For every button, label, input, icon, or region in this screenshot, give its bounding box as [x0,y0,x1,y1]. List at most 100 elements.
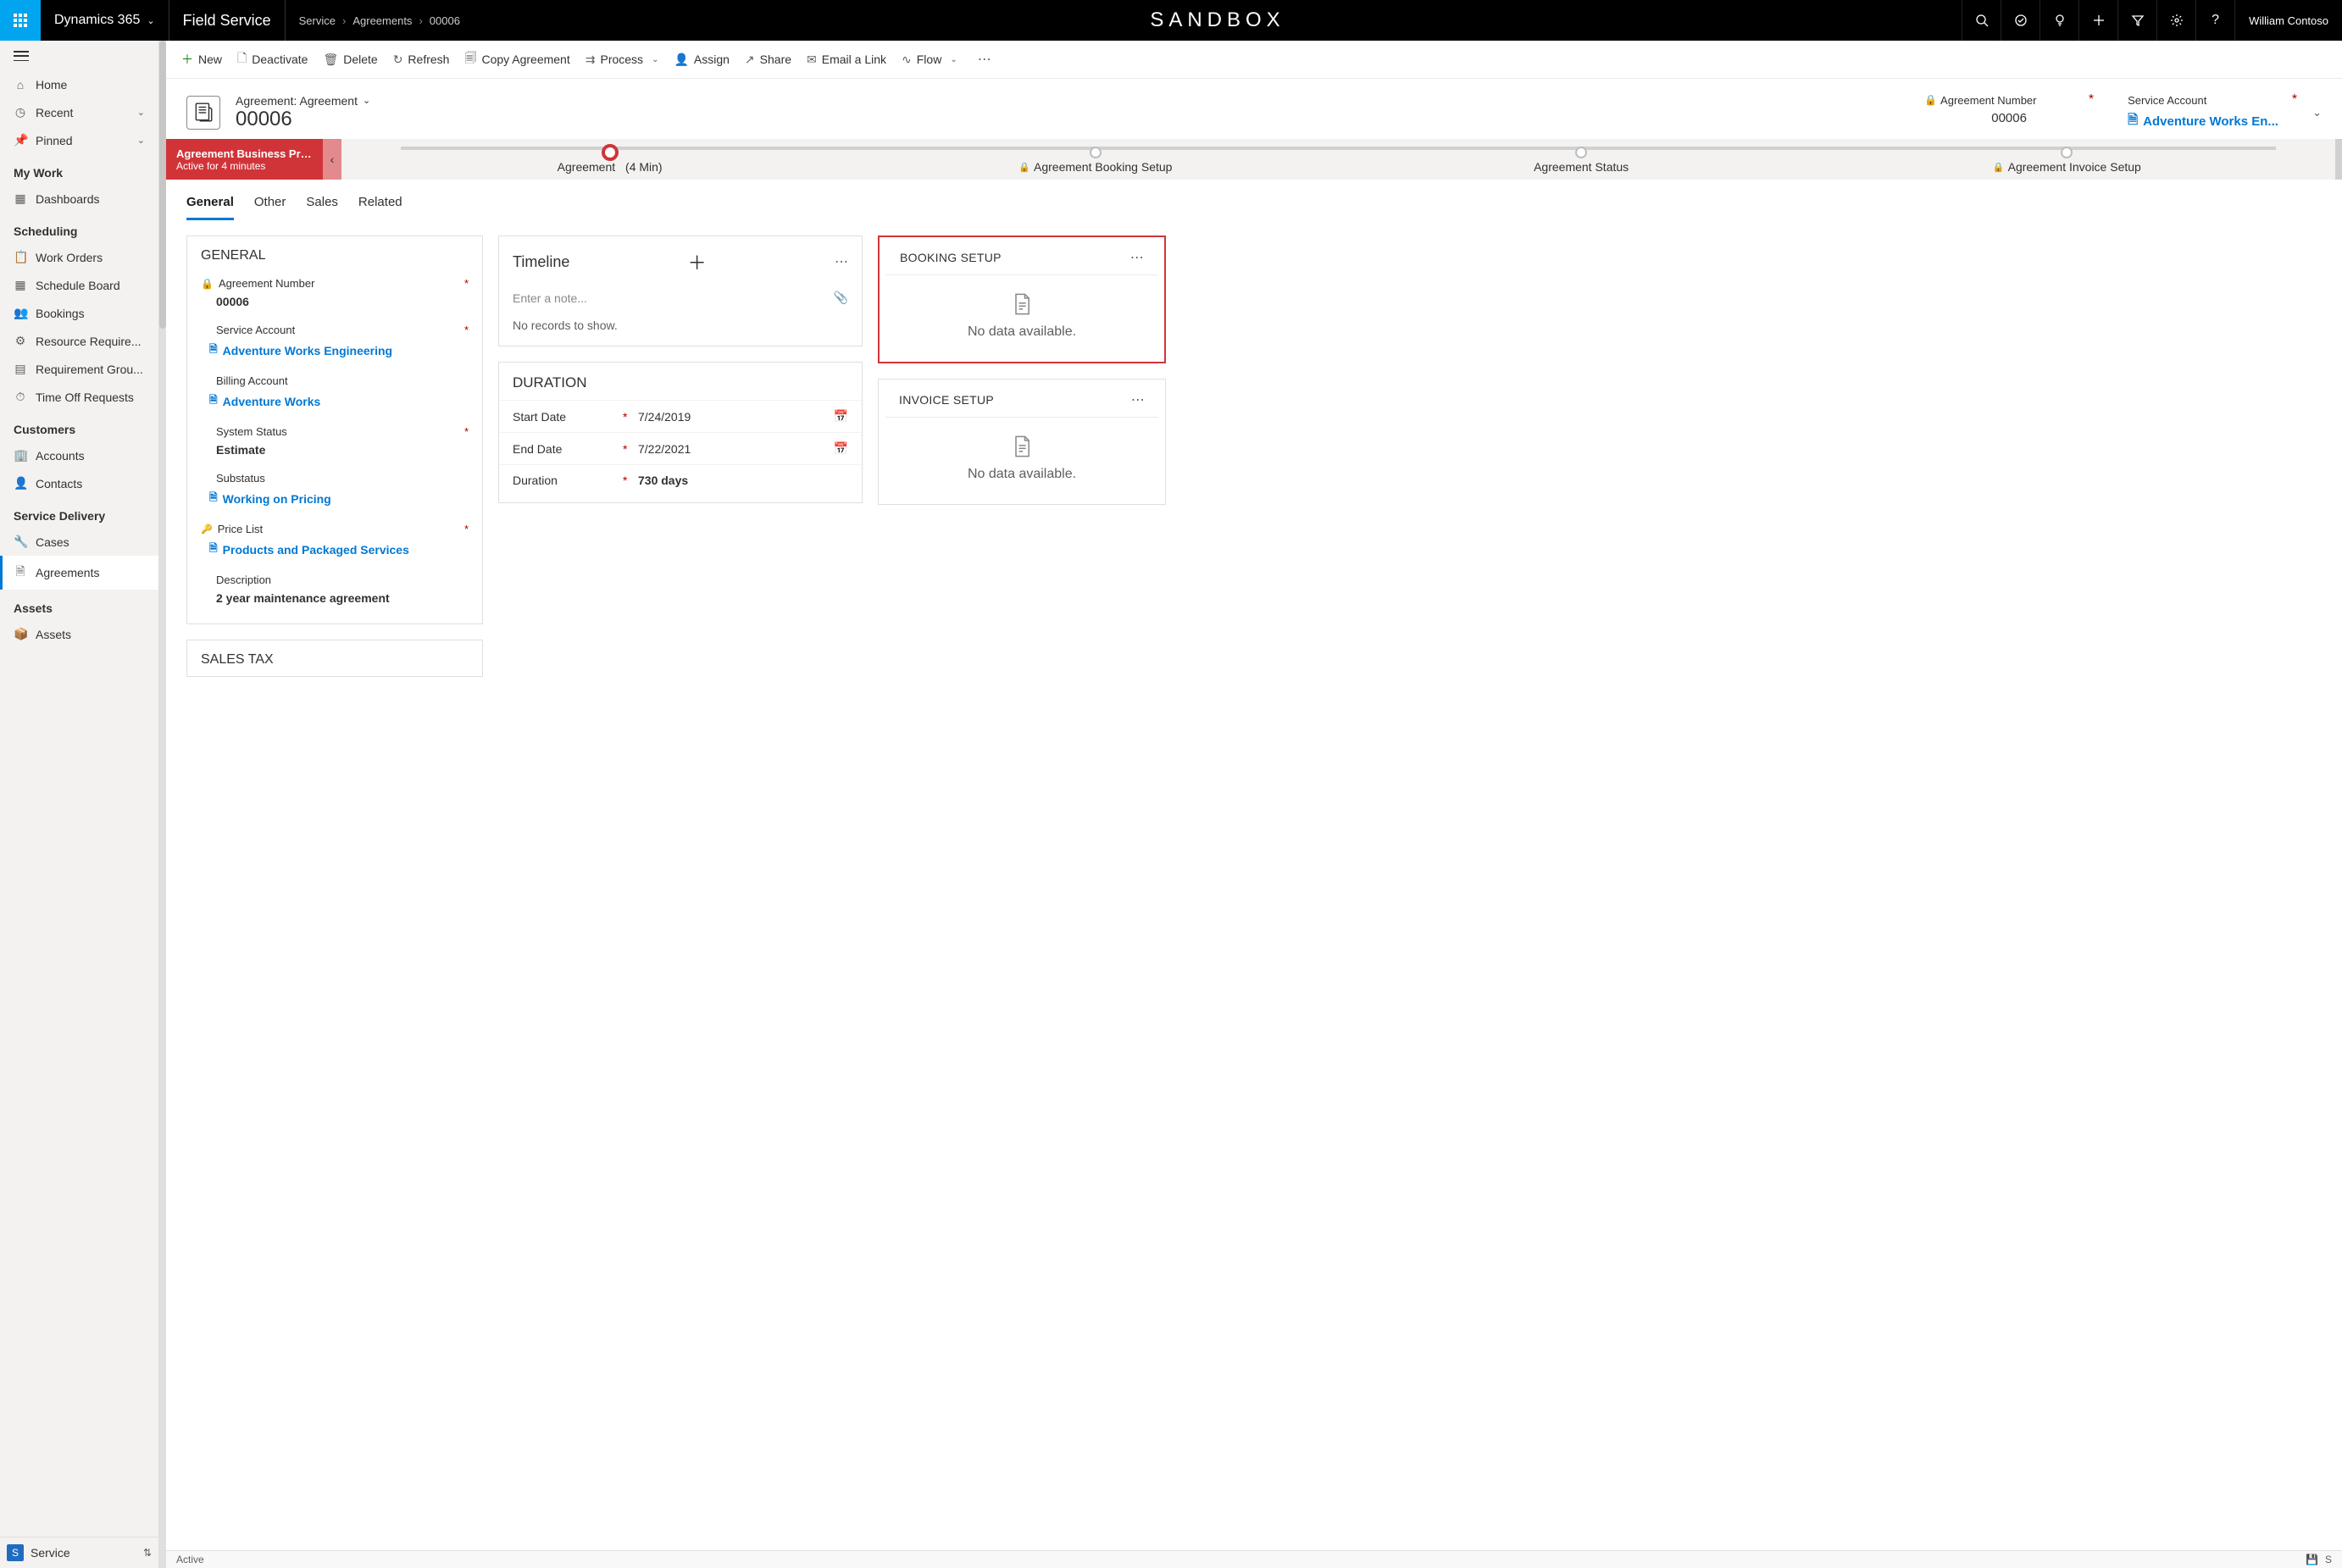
cmd-refresh[interactable]: ↻Refresh [393,53,450,67]
cmd-new[interactable]: ＋New [181,51,222,68]
calendar-icon[interactable]: 📅 [834,441,848,456]
field-price-list[interactable]: 🔑Price List* 🗎Products and Packaged Serv… [187,518,482,568]
record-title: 00006 [236,108,370,131]
field-start-date[interactable]: Start Date* 7/24/2019 📅 [499,400,862,432]
cmd-assign[interactable]: 👤Assign [674,53,729,67]
form-selector[interactable]: Agreement: Agreement ⌄ [236,94,370,108]
card-more[interactable]: ⋯ [1130,249,1144,266]
settings-icon[interactable] [2156,0,2195,41]
area-selector[interactable]: S Service ⇅ [0,1537,158,1568]
stage-status[interactable]: Agreement Status [1339,145,1824,174]
field-description[interactable]: Description 2 year maintenance agreement [187,568,482,615]
sidebar-item-agreements[interactable]: 🗎 Agreements [0,556,158,590]
sidebar-label: Work Orders [36,251,103,264]
timeline-card: Timeline ＋ ⋯ Enter a note... 📎 No record… [498,235,863,346]
app-launcher[interactable] [0,0,41,41]
cmd-copy[interactable]: 🗐Copy Agreement [464,49,569,69]
card-title: SALES TAX [187,640,482,676]
sidebar-item-recent[interactable]: ◷ Recent ⌄ [0,98,158,126]
sidebar-item-time-off[interactable]: ⏱ Time Off Requests [0,383,158,411]
sidebar-item-pinned[interactable]: 📌 Pinned ⌄ [0,126,158,154]
sidebar-item-assets[interactable]: 📦 Assets [0,620,158,648]
cmd-overflow[interactable]: ⋯ [978,51,991,68]
sidebar-item-bookings[interactable]: 👥 Bookings [0,299,158,327]
filter-icon[interactable] [2117,0,2156,41]
field-service-account[interactable]: Service Account* 🗎Adventure Works Engine… [187,319,482,369]
sidebar-item-home[interactable]: ⌂ Home [0,71,158,98]
sidebar-item-requirement-groups[interactable]: ▤ Requirement Grou... [0,355,158,383]
stage-invoice-setup[interactable]: 🔒Agreement Invoice Setup [1824,145,2310,174]
sidebar-item-dashboards[interactable]: ▦ Dashboards [0,185,158,213]
group-service-delivery: Service Delivery [0,497,158,528]
sidebar-label: Contacts [36,477,82,490]
field-system-status[interactable]: System Status* Estimate [187,420,482,467]
sidebar-item-resource-requirements[interactable]: ⚙ Resource Require... [0,327,158,355]
task-icon[interactable] [2001,0,2040,41]
booking-setup-card: BOOKING SETUP ⋯ No data available. [878,235,1166,363]
sidebar-item-schedule-board[interactable]: ▦ Schedule Board [0,271,158,299]
group-my-work: My Work [0,154,158,185]
field-agreement-number[interactable]: 🔒Agreement Number* 00006 [187,272,482,319]
cmd-email[interactable]: ✉Email a Link [807,53,886,67]
sidebar-item-cases[interactable]: 🔧 Cases [0,528,158,556]
process-back[interactable]: ‹ [323,139,341,180]
field-substatus[interactable]: Substatus 🗎Working on Pricing [187,467,482,518]
process-forward[interactable] [2335,139,2342,180]
status-text: Active [176,1554,204,1565]
process-name[interactable]: Agreement Business Pro... Active for 4 m… [166,139,323,180]
stage-booking-setup[interactable]: 🔒Agreement Booking Setup [852,145,1338,174]
chevron-right-icon: › [342,14,346,27]
tab-other[interactable]: Other [254,190,286,220]
field-end-date[interactable]: End Date* 7/22/2021 📅 [499,432,862,464]
user-name[interactable]: William Contoso [2234,0,2342,41]
attach-icon[interactable]: 📎 [834,291,848,305]
calendar-icon[interactable]: 📅 [834,409,848,424]
cmd-share[interactable]: ↗Share [745,53,791,67]
plus-icon: ＋ [181,51,193,68]
lock-icon: 🔒 [1924,94,1937,106]
cube-icon: 📦 [14,627,27,641]
card-more[interactable]: ⋯ [1131,391,1145,408]
header-expand[interactable]: ⌄ [2312,106,2322,119]
header-link[interactable]: 🗎 Adventure Works En... [2128,111,2297,132]
brand-menu[interactable]: Dynamics 365 ⌄ [41,0,169,41]
field-billing-account[interactable]: Billing Account 🗎Adventure Works [187,369,482,420]
sidebar-item-accounts[interactable]: 🏢 Accounts [0,441,158,469]
crumb-service[interactable]: Service [299,14,336,27]
sidebar-item-work-orders[interactable]: 📋 Work Orders [0,243,158,271]
sidebar-toggle[interactable] [0,41,158,71]
sidebar-item-contacts[interactable]: 👤 Contacts [0,469,158,497]
timeline-add[interactable]: ＋ [688,248,707,275]
sidebar-label: Recent [36,106,73,119]
sidebar-label: Time Off Requests [36,391,134,404]
cmd-delete[interactable]: 🗑Delete [323,53,377,67]
tab-related[interactable]: Related [358,190,402,220]
cmd-deactivate[interactable]: 🗋Deactivate [237,49,308,69]
tab-sales[interactable]: Sales [306,190,338,220]
document-icon: 🗎 [209,490,218,507]
sidebar-scrollbar[interactable] [159,41,166,1568]
timeline-more[interactable]: ⋯ [835,253,848,270]
header-field-agreement-number: 🔒Agreement Number* 00006 [1924,92,2094,125]
search-icon[interactable] [1962,0,2001,41]
cmd-flow[interactable]: ∿Flow⌄ [902,53,957,67]
general-card: GENERAL 🔒Agreement Number* 00006 Service… [186,235,483,624]
tab-general[interactable]: General [186,190,234,220]
required-indicator: * [2089,92,2094,108]
crumb-agreements[interactable]: Agreements [352,14,412,27]
cmd-process[interactable]: ⇉Process⌄ [586,53,659,67]
clock-icon: ◷ [14,105,27,119]
people-icon: 👥 [14,306,27,320]
bulb-icon[interactable] [2040,0,2078,41]
refresh-icon: ↻ [393,53,403,67]
app-area[interactable]: Field Service [169,0,286,41]
timeline-empty: No records to show. [499,312,862,346]
plus-icon[interactable] [2078,0,2117,41]
save-icon[interactable]: 💾 [2306,1554,2318,1565]
chevron-down-icon: ⌄ [652,55,658,64]
note-input[interactable]: Enter a note... 📎 [499,284,862,312]
field-duration[interactable]: Duration* 730 days [499,464,862,496]
help-icon[interactable]: ? [2195,0,2234,41]
stage-agreement[interactable]: Agreement (4 Min) [367,145,852,174]
crumb-record[interactable]: 00006 [430,14,460,27]
